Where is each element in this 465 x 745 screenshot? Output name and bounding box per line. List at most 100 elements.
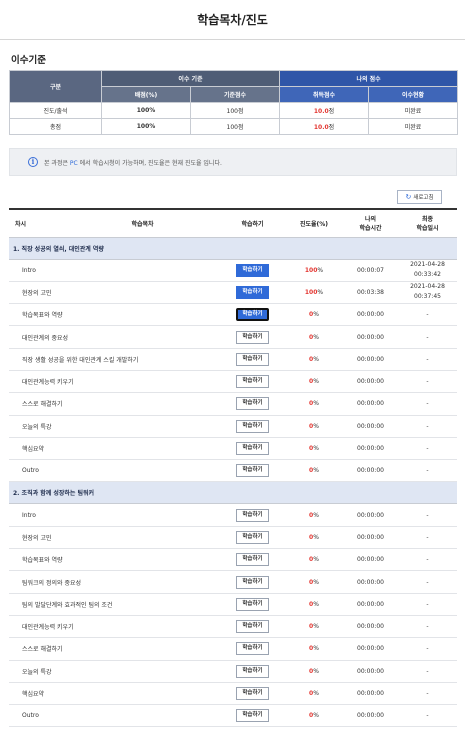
lesson-study-cell: 학습하기: [220, 548, 285, 572]
lesson-progress: 0%: [285, 325, 343, 349]
acquired-score: 10.0: [313, 108, 329, 115]
lesson-row: 직장 생활 성공을 위한 대인관계 스킬 개발하기 학습하기 0% 00:00:00-: [9, 348, 457, 371]
lesson-last-date: -: [398, 682, 457, 706]
criteria-row-status: 미완료: [368, 102, 459, 119]
refresh-label: 새로고침: [413, 195, 434, 201]
study-button[interactable]: 학습하기: [236, 686, 269, 700]
lesson-progress: 0%: [285, 459, 343, 483]
lesson-last-date: -: [398, 459, 457, 483]
study-button[interactable]: 학습하기: [236, 664, 269, 678]
study-button[interactable]: 학습하기: [236, 553, 269, 567]
lesson-row: 대인관계능력 키우기 학습하기 0% 00:00:00-: [9, 370, 457, 394]
lesson-title: Outro: [9, 704, 220, 728]
study-button[interactable]: 학습하기: [236, 642, 269, 656]
lesson-time: 00:00:00: [343, 325, 398, 349]
lesson-progress: 0%: [285, 704, 343, 728]
lesson-study-cell: 학습하기: [220, 303, 285, 327]
study-button[interactable]: 학습하기: [236, 263, 269, 277]
lesson-time: 00:00:00: [343, 392, 398, 416]
lesson-last-date: -: [398, 704, 457, 728]
study-button[interactable]: 학습하기: [236, 530, 269, 544]
study-button[interactable]: 학습하기: [236, 709, 269, 723]
lesson-time: 00:00:00: [343, 704, 398, 728]
lesson-row: 스스로 해결하기 학습하기 0% 00:00:00-: [9, 392, 457, 416]
lesson-title: 학습목표와 역량: [9, 548, 220, 572]
lesson-progress: 0%: [285, 615, 343, 639]
study-button[interactable]: 학습하기: [236, 620, 269, 634]
page-title: 학습목차/진도: [197, 13, 268, 27]
study-button[interactable]: 학습하기: [236, 419, 269, 433]
study-button[interactable]: 학습하기: [236, 508, 269, 522]
lesson-study-cell: 학습하기: [220, 660, 285, 683]
lesson-last-date: -: [398, 637, 457, 661]
lesson-last-date: -: [398, 570, 457, 594]
lesson-time: 00:00:00: [343, 682, 398, 706]
study-button[interactable]: 학습하기: [236, 330, 269, 344]
study-button[interactable]: 학습하기: [236, 375, 269, 389]
lesson-last-date: -: [398, 660, 457, 683]
lesson-progress: 0%: [285, 370, 343, 394]
study-button[interactable]: 학습하기: [236, 597, 269, 611]
lesson-progress: 0%: [285, 348, 343, 371]
study-button[interactable]: 학습하기: [236, 397, 269, 411]
criteria-row-base: 100점: [189, 118, 281, 135]
refresh-button[interactable]: ↻ 새로고침: [397, 190, 442, 204]
lesson-row: 핵심요약 학습하기 0% 00:00:00-: [9, 682, 457, 706]
chapter-title: 1. 직장 성공의 열쇠, 대인관계 역량: [9, 237, 457, 260]
lesson-study-cell: 학습하기: [220, 526, 285, 550]
criteria-header-standard: 이수 기준: [100, 70, 281, 87]
lesson-progress: 0%: [285, 503, 343, 527]
lesson-study-cell: 학습하기: [220, 415, 285, 438]
lesson-time: 00:00:00: [343, 548, 398, 572]
lesson-study-cell: 학습하기: [220, 259, 285, 282]
lesson-progress: 0%: [285, 415, 343, 438]
criteria-row-status: 미완료: [368, 118, 459, 135]
lesson-title: 오늘의 특강: [9, 415, 220, 438]
lesson-last-date: -: [398, 437, 457, 461]
lesson-study-cell: 학습하기: [220, 637, 285, 661]
lesson-progress: 100%: [285, 281, 343, 305]
lesson-title: 팀워크의 정의와 중요성: [9, 570, 220, 594]
chapter-title: 2. 조직과 함께 성장하는 팀워커: [9, 481, 457, 505]
lesson-last-date: 2021-04-28 00:37:45: [398, 281, 457, 305]
study-button[interactable]: 학습하기: [236, 464, 269, 478]
toc-table: 차시 학습목차 학습하기 진도율(%) 나의 학습시간 최종 학습일시 1. 직장 …: [9, 208, 457, 728]
study-button[interactable]: 학습하기: [236, 352, 269, 366]
criteria-row-ratio: 100%: [101, 102, 191, 119]
study-button[interactable]: 학습하기: [236, 575, 269, 589]
lesson-row: 현장의 고민 학습하기 0% 00:00:00-: [9, 526, 457, 550]
lesson-time: 00:00:00: [343, 459, 398, 483]
info-icon: i: [28, 157, 38, 167]
lesson-study-cell: 학습하기: [220, 615, 285, 639]
lesson-title: 직장 생활 성공을 위한 대인관계 스킬 개발하기: [9, 348, 220, 371]
toc-header-my-time: 나의 학습시간: [343, 208, 398, 238]
lesson-study-cell: 학습하기: [220, 704, 285, 728]
lesson-time: 00:00:00: [343, 303, 398, 327]
lesson-title: 오늘의 특강: [9, 660, 220, 683]
lesson-time: 00:00:07: [343, 259, 398, 282]
lesson-last-date: -: [398, 415, 457, 438]
lesson-title: Intro: [9, 503, 220, 527]
study-button[interactable]: 학습하기: [236, 308, 269, 322]
criteria-header-gubun: 구분: [9, 70, 102, 103]
lesson-row: Outro 학습하기 0% 00:00:00-: [9, 704, 457, 728]
lesson-title: 현장의 고민: [9, 281, 220, 305]
lesson-study-cell: 학습하기: [220, 593, 285, 616]
toc-body: 1. 직장 성공의 열쇠, 대인관계 역량 Intro 학습하기 100% 00:00:…: [9, 237, 457, 728]
lesson-title: Intro: [9, 259, 220, 282]
acquired-unit: 점: [328, 124, 335, 131]
lesson-last-date: 2021-04-28 00:33:42: [398, 259, 457, 282]
criteria-row-label: 진도/출석: [9, 102, 102, 119]
lesson-time: 00:00:00: [343, 503, 398, 527]
lesson-row: 스스로 해결하기 학습하기 0% 00:00:00-: [9, 637, 457, 661]
lesson-time: 00:00:00: [343, 526, 398, 550]
criteria-header-ratio: 배점(%): [101, 86, 191, 103]
lesson-row: 오늘의 특강 학습하기 0% 00:00:00-: [9, 415, 457, 438]
criteria-header-status: 이수현황: [368, 86, 459, 103]
lesson-time: 00:00:00: [343, 437, 398, 461]
toc-header-chasi: 차시: [9, 208, 65, 238]
lesson-row: 팀의 발달단계와 효과적인 팀의 조건 학습하기 0% 00:00:00-: [9, 593, 457, 616]
study-button[interactable]: 학습하기: [236, 442, 269, 456]
study-button[interactable]: 학습하기: [236, 285, 269, 299]
lesson-study-cell: 학습하기: [220, 570, 285, 594]
